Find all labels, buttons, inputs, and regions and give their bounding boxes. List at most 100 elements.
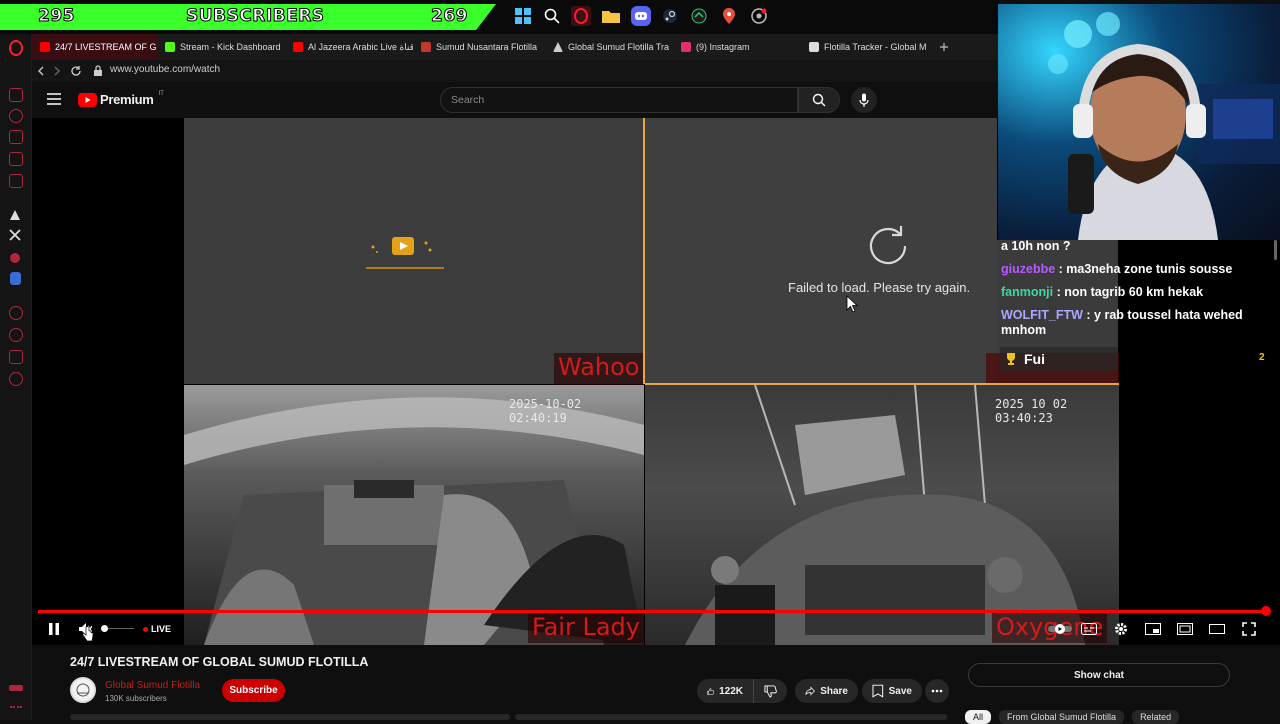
lock-icon[interactable] xyxy=(93,65,103,77)
forward-icon[interactable] xyxy=(52,66,62,76)
more-actions-button[interactable] xyxy=(925,679,949,703)
youtube-premium-logo[interactable]: Premium IT xyxy=(78,91,164,107)
fullscreen-button[interactable] xyxy=(1238,620,1260,638)
sidebar-a-icon[interactable] xyxy=(9,208,23,222)
theater-mode-button[interactable] xyxy=(1174,620,1196,638)
search-box[interactable]: Search xyxy=(440,87,798,113)
menu-icon[interactable] xyxy=(47,93,61,105)
maps-icon[interactable] xyxy=(719,6,739,26)
tab-instagram[interactable]: (9) Instagram xyxy=(673,34,801,60)
discord-icon[interactable] xyxy=(631,6,651,26)
folder-icon[interactable] xyxy=(601,6,621,26)
tab-label: 24/7 LIVESTREAM OF GL xyxy=(55,42,157,52)
tab-livestream[interactable]: 24/7 LIVESTREAM OF GL xyxy=(32,34,157,60)
share-icon xyxy=(805,686,815,696)
reload-icon[interactable] xyxy=(70,65,82,77)
search-button[interactable] xyxy=(798,87,840,113)
chat-scrollbar[interactable] xyxy=(1274,240,1277,260)
search-icon[interactable] xyxy=(542,6,562,26)
share-label: Share xyxy=(820,685,848,697)
chat-username[interactable]: WOLFIT_FTW xyxy=(1001,308,1083,322)
opera-logo-icon[interactable] xyxy=(8,40,24,56)
show-chat-button[interactable]: Show chat xyxy=(968,663,1230,687)
captions-icon xyxy=(1081,623,1097,635)
badge-text: Fui xyxy=(1024,351,1045,367)
sidebar-reload-icon[interactable] xyxy=(9,109,23,123)
badge-count: 2 xyxy=(1259,352,1265,363)
opera-icon[interactable] xyxy=(571,6,591,26)
like-button[interactable]: 122K xyxy=(697,679,753,703)
chat-username[interactable]: giuzebbe xyxy=(1001,262,1055,276)
windows-icon[interactable] xyxy=(513,6,533,26)
live-indicator[interactable]: LIVE xyxy=(143,624,171,634)
sidebar-clock-icon[interactable] xyxy=(9,328,23,342)
tab-label: Al Jazeera Arabic Live قناة xyxy=(308,41,413,52)
tab-al-jazeera[interactable]: Al Jazeera Arabic Live قناة xyxy=(285,34,413,60)
save-button[interactable]: Save xyxy=(862,679,922,703)
tab-label: (9) Instagram xyxy=(696,42,750,52)
youtube-favicon-icon xyxy=(40,42,50,52)
tab-flotilla-tracker-1[interactable]: Global Sumud Flotilla Tra xyxy=(545,34,673,60)
tab-kick-dashboard[interactable]: Stream - Kick Dashboard xyxy=(157,34,285,60)
tab-sumud-nusantara[interactable]: Sumud Nusantara Flotilla xyxy=(413,34,545,60)
back-icon[interactable] xyxy=(36,66,46,76)
instagram-favicon-icon xyxy=(681,42,691,52)
chrome-icon[interactable] xyxy=(749,6,769,26)
chip-all[interactable]: All xyxy=(965,710,992,724)
chip-related[interactable]: Related xyxy=(1132,710,1180,724)
subscribe-button[interactable]: Subscribe xyxy=(222,679,285,702)
chat-message: a 10h non ? xyxy=(997,239,1280,254)
plus-icon xyxy=(940,43,948,51)
sidebar-shield-icon[interactable] xyxy=(10,272,21,285)
address-bar: www.youtube.com/watch xyxy=(32,60,1000,82)
failed-message: Failed to load. Please try again. xyxy=(788,280,971,295)
progress-bar[interactable] xyxy=(38,610,1266,613)
sidebar-gamepad-icon[interactable] xyxy=(9,88,23,102)
sidebar-gx-icon[interactable] xyxy=(9,684,23,698)
chip-from-channel[interactable]: From Global Sumud Flotilla xyxy=(999,710,1125,724)
description-box[interactable] xyxy=(70,714,510,720)
sidebar-twitch-icon[interactable] xyxy=(9,152,23,166)
sidebar-youtube-icon[interactable] xyxy=(9,251,23,265)
sidebar-m-icon[interactable] xyxy=(9,174,23,188)
sidebar-settings-icon[interactable] xyxy=(9,372,23,386)
chat-text: : non tagrib 60 km hekak xyxy=(1053,285,1204,299)
channel-logo-icon xyxy=(76,683,90,697)
youtube-favicon-icon xyxy=(293,42,303,52)
volume-slider[interactable] xyxy=(108,628,134,629)
sidebar-x-icon[interactable] xyxy=(9,229,23,243)
subscriber-label: SUBSCRIBERS xyxy=(186,6,325,27)
chat-username[interactable]: fanmonji xyxy=(1001,285,1053,299)
share-button[interactable]: Share xyxy=(795,679,858,703)
progress-scrubber[interactable] xyxy=(1261,606,1271,616)
autoplay-toggle[interactable] xyxy=(1048,620,1072,638)
cinema-button[interactable] xyxy=(1206,620,1228,638)
steam-icon[interactable] xyxy=(660,6,680,26)
camera-label-wahoo: Wahoo xyxy=(554,353,644,385)
loading-play-icon xyxy=(366,237,444,269)
url-text[interactable]: www.youtube.com/watch xyxy=(110,64,220,75)
sidebar-cube-icon[interactable] xyxy=(9,350,23,364)
miniplayer-icon xyxy=(1145,623,1161,635)
volume-knob[interactable] xyxy=(101,625,108,632)
tab-flotilla-tracker-2[interactable]: Flotilla Tracker - Global M xyxy=(801,34,931,60)
tab-label: Stream - Kick Dashboard xyxy=(180,42,281,52)
voice-search-button[interactable] xyxy=(851,87,877,113)
sidebar-circle-icon[interactable] xyxy=(9,306,23,320)
comments-box[interactable] xyxy=(515,714,947,720)
channel-avatar[interactable] xyxy=(70,677,96,703)
chat-text: a 10h non ? xyxy=(1001,239,1071,253)
reload-spinner-icon[interactable] xyxy=(863,221,913,271)
pause-button[interactable] xyxy=(43,620,65,638)
channel-name[interactable]: Global Sumud Flotilla xyxy=(105,680,200,691)
dislike-button[interactable] xyxy=(753,679,787,703)
miniplayer-button[interactable] xyxy=(1142,620,1164,638)
new-tab-button[interactable] xyxy=(931,34,961,60)
app-icon[interactable] xyxy=(689,6,709,26)
settings-button[interactable] xyxy=(1110,620,1132,638)
thumbs-down-icon xyxy=(764,684,777,698)
subtitles-button[interactable] xyxy=(1078,620,1100,638)
sidebar-more-icon[interactable] xyxy=(10,706,22,709)
sidebar-bag-icon[interactable] xyxy=(9,130,23,144)
mouse-cursor-icon xyxy=(846,295,858,313)
